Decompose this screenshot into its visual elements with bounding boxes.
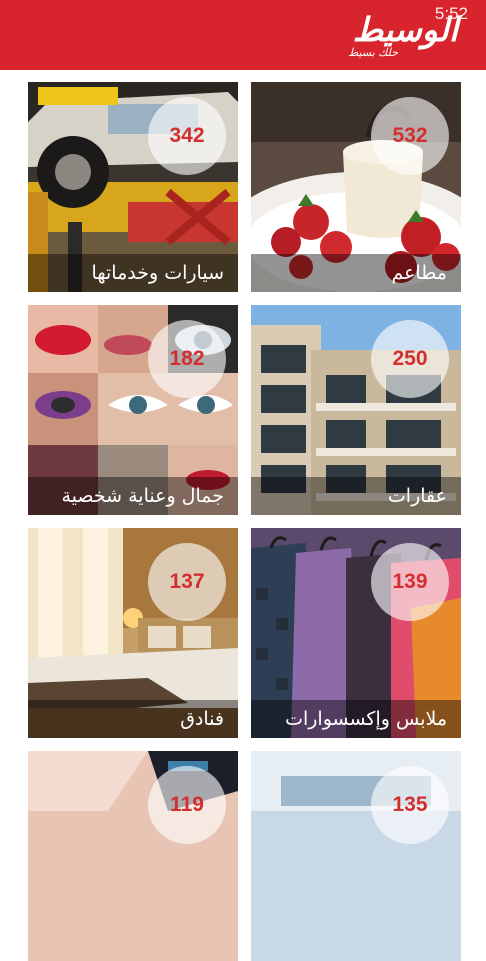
category-tile-hotels[interactable]: 137 فنادق xyxy=(28,528,238,738)
category-label: فنادق xyxy=(28,700,238,738)
count-badge: 250 xyxy=(371,320,449,398)
count-badge: 119 xyxy=(148,766,226,844)
category-tile-partial-left[interactable]: 119 xyxy=(28,751,238,961)
category-label: مطاعم xyxy=(251,254,461,292)
count-badge: 182 xyxy=(148,320,226,398)
count-badge: 342 xyxy=(148,97,226,175)
count-badge: 137 xyxy=(148,543,226,621)
category-label: عقارات xyxy=(251,477,461,515)
app-logo[interactable]: الوسيط حلك بسيط xyxy=(288,10,459,59)
count-badge: 139 xyxy=(371,543,449,621)
category-label: سيارات وخدماتها xyxy=(28,254,238,292)
count-badge: 532 xyxy=(371,97,449,175)
category-tile-beauty[interactable]: 182 جمال وعناية شخصية xyxy=(28,305,238,515)
category-tile-restaurants[interactable]: 532 مطاعم xyxy=(251,82,461,292)
category-label: ملابس وإكسسوارات xyxy=(251,700,461,738)
category-tile-partial-right[interactable]: 135 xyxy=(251,751,461,961)
logo-tagline: حلك بسيط xyxy=(348,46,398,59)
category-label: جمال وعناية شخصية xyxy=(28,477,238,515)
category-tile-clothes[interactable]: 139 ملابس وإكسسوارات xyxy=(251,528,461,738)
category-grid: 532 مطاعم 342 سيارات وخدماتها 250 عقارات… xyxy=(0,70,486,961)
app-header: 5:52 الوسيط حلك بسيط xyxy=(0,0,486,70)
category-tile-cars[interactable]: 342 سيارات وخدماتها xyxy=(28,82,238,292)
logo-wordmark: الوسيط xyxy=(352,10,459,49)
count-badge: 135 xyxy=(371,766,449,844)
category-tile-real-estate[interactable]: 250 عقارات xyxy=(251,305,461,515)
